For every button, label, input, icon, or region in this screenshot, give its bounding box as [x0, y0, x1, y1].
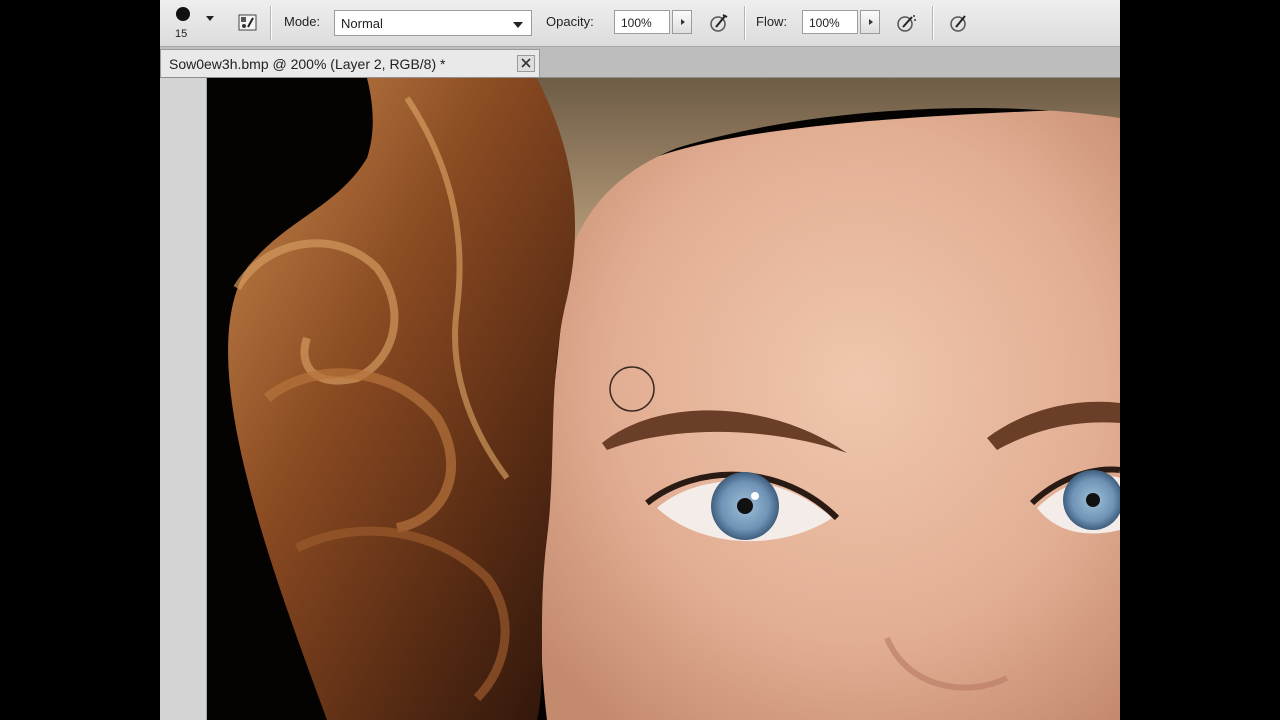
close-document-button[interactable]: [517, 55, 535, 72]
chevron-down-icon: [513, 22, 523, 28]
mode-select[interactable]: Normal: [334, 10, 532, 36]
document-tab-title: Sow0ew3h.bmp @ 200% (Layer 2, RGB/8) *: [169, 56, 446, 72]
flow-value: 100%: [809, 16, 840, 30]
mode-value: Normal: [341, 16, 383, 31]
opacity-slider-button[interactable]: [672, 10, 692, 34]
opacity-field[interactable]: 100%: [614, 10, 670, 34]
brush-panel-icon: [238, 14, 257, 31]
flow-field[interactable]: 100%: [802, 10, 858, 34]
airbrush-button[interactable]: [893, 9, 921, 37]
opacity-value: 100%: [621, 16, 652, 30]
document-tab-strip: Sow0ew3h.bmp @ 200% (Layer 2, RGB/8) *: [160, 47, 1120, 78]
airbrush-icon: [897, 15, 916, 32]
tablet-pressure-opacity-button[interactable]: [705, 9, 733, 37]
close-icon: [521, 58, 531, 68]
image-canvas[interactable]: [207, 78, 1120, 720]
opacity-label: Opacity:: [546, 14, 594, 29]
chevron-down-icon: [206, 16, 214, 21]
brush-preset-picker[interactable]: 15: [170, 4, 218, 42]
tablet-pressure-icon: [710, 14, 728, 32]
brush-preset-icon: [176, 7, 190, 21]
canvas-area[interactable]: [160, 78, 1120, 720]
options-bar: 15 Mode: Normal Opacity: 100% Flow: 100%: [160, 0, 1120, 47]
tablet-pressure-size-button[interactable]: [945, 9, 973, 37]
flow-label: Flow:: [756, 14, 788, 29]
mode-label: Mode:: [284, 14, 321, 29]
chevron-right-icon: [681, 19, 685, 25]
chevron-right-icon: [869, 19, 873, 25]
document-tab[interactable]: Sow0ew3h.bmp @ 200% (Layer 2, RGB/8) *: [160, 49, 540, 77]
vertical-ruler: [160, 78, 207, 720]
brush-size-value: 15: [175, 28, 188, 40]
tablet-pressure-icon: [950, 15, 966, 32]
toggle-brush-panel-button[interactable]: [234, 9, 262, 37]
separator: [270, 6, 271, 40]
photoshop-window: 15 Mode: Normal Opacity: 100% Flow: 100%…: [160, 0, 1120, 720]
flow-slider-button[interactable]: [860, 10, 880, 34]
separator: [932, 6, 933, 40]
photo-portrait: [207, 78, 1120, 720]
separator: [744, 6, 745, 40]
